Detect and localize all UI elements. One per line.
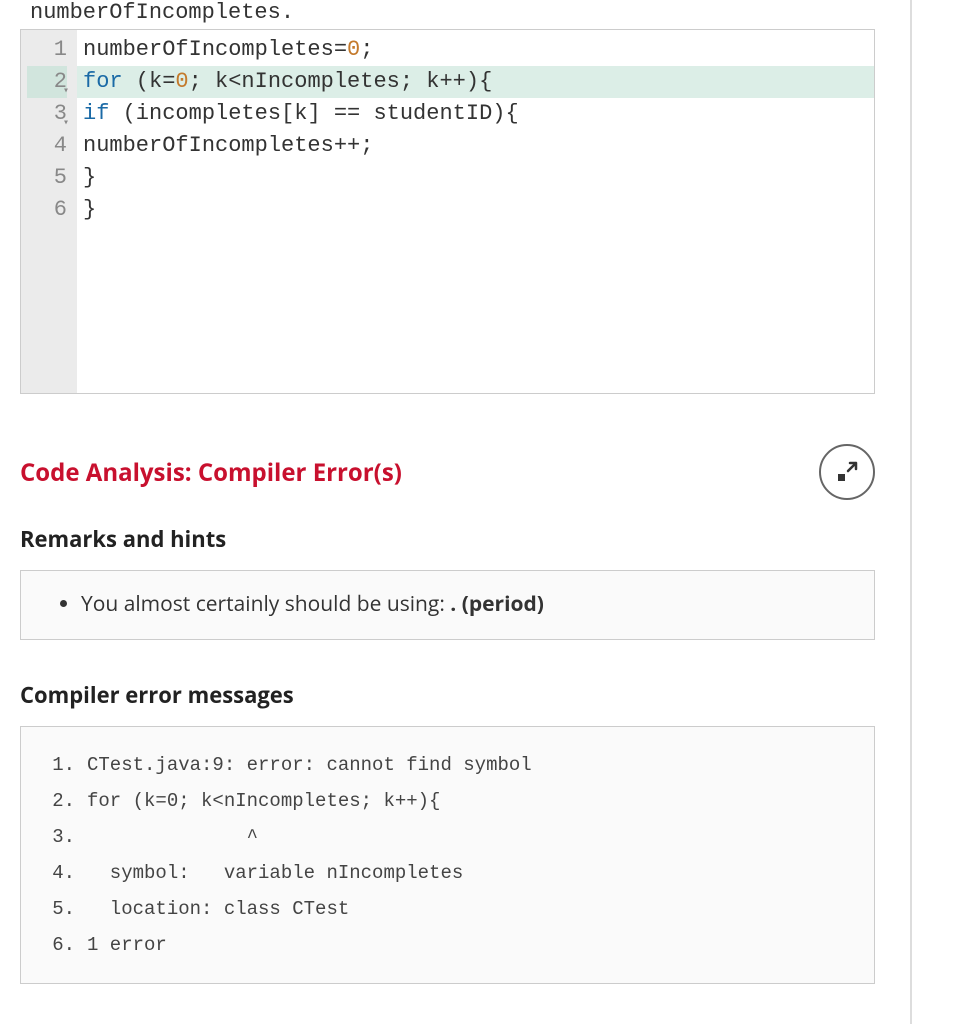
error-line: 1. CTest.java:9: error: cannot find symbo… — [45, 747, 850, 783]
analysis-header: Code Analysis: Compiler Error(s) — [20, 444, 875, 500]
hint-item: You almost certainly should be using: . … — [81, 589, 854, 621]
gutter-line: 4 — [27, 130, 67, 162]
error-line-number: 3. — [45, 819, 75, 855]
code-line[interactable]: numberOfIncompletes++; — [83, 130, 868, 162]
error-line: 6. 1 error — [45, 927, 850, 963]
code-line[interactable]: if (incompletes[k] == studentID){ — [83, 98, 868, 130]
problem-snippet-label: numberOfIncompletes. — [20, 0, 875, 25]
gutter-line: 6 — [27, 194, 67, 226]
hints-box: You almost certainly should be using: . … — [20, 570, 875, 640]
error-line-text: location: class CTest — [87, 898, 349, 920]
expand-icon — [835, 460, 859, 484]
error-line-text: for (k=0; k<nIncompletes; k++){ — [87, 790, 440, 812]
code-line[interactable]: } — [83, 194, 868, 226]
panel-divider — [910, 0, 912, 1024]
error-line-number: 2. — [45, 783, 75, 819]
error-line-text: 1 error — [87, 934, 167, 956]
error-line-number: 1. — [45, 747, 75, 783]
error-line-text: CTest.java:9: error: cannot find symbol — [87, 754, 532, 776]
code-editor[interactable]: 12▾3▾456 numberOfIncompletes=0;for (k=0;… — [20, 29, 875, 394]
error-line: 3. ^ — [45, 819, 850, 855]
hint-text: You almost certainly should be using: — [81, 590, 450, 618]
gutter-line: 2▾ — [27, 66, 67, 98]
error-line-number: 6. — [45, 927, 75, 963]
code-gutter: 12▾3▾456 — [21, 30, 77, 393]
code-line[interactable]: numberOfIncompletes=0; — [83, 34, 868, 66]
error-line-text: ^ — [87, 826, 258, 848]
compiler-errors-title: Compiler error messages — [20, 680, 875, 710]
gutter-line: 5 — [27, 162, 67, 194]
error-line: 5. location: class CTest — [45, 891, 850, 927]
analysis-title: Code Analysis: Compiler Error(s) — [20, 456, 402, 489]
main-content: numberOfIncompletes. 12▾3▾456 numberOfIn… — [0, 0, 895, 1004]
expand-button[interactable] — [819, 444, 875, 500]
error-line-number: 4. — [45, 855, 75, 891]
remarks-title: Remarks and hints — [20, 524, 875, 554]
gutter-line: 1 — [27, 34, 67, 66]
error-line: 4. symbol: variable nIncompletes — [45, 855, 850, 891]
code-area[interactable]: numberOfIncompletes=0;for (k=0; k<nIncom… — [77, 30, 874, 393]
error-line-number: 5. — [45, 891, 75, 927]
code-line[interactable]: } — [83, 162, 868, 194]
hint-bold: . (period) — [450, 590, 544, 618]
error-line-text: symbol: variable nIncompletes — [87, 862, 463, 884]
compiler-error-box: 1. CTest.java:9: error: cannot find symbo… — [20, 726, 875, 984]
error-line: 2. for (k=0; k<nIncompletes; k++){ — [45, 783, 850, 819]
gutter-line: 3▾ — [27, 98, 67, 130]
